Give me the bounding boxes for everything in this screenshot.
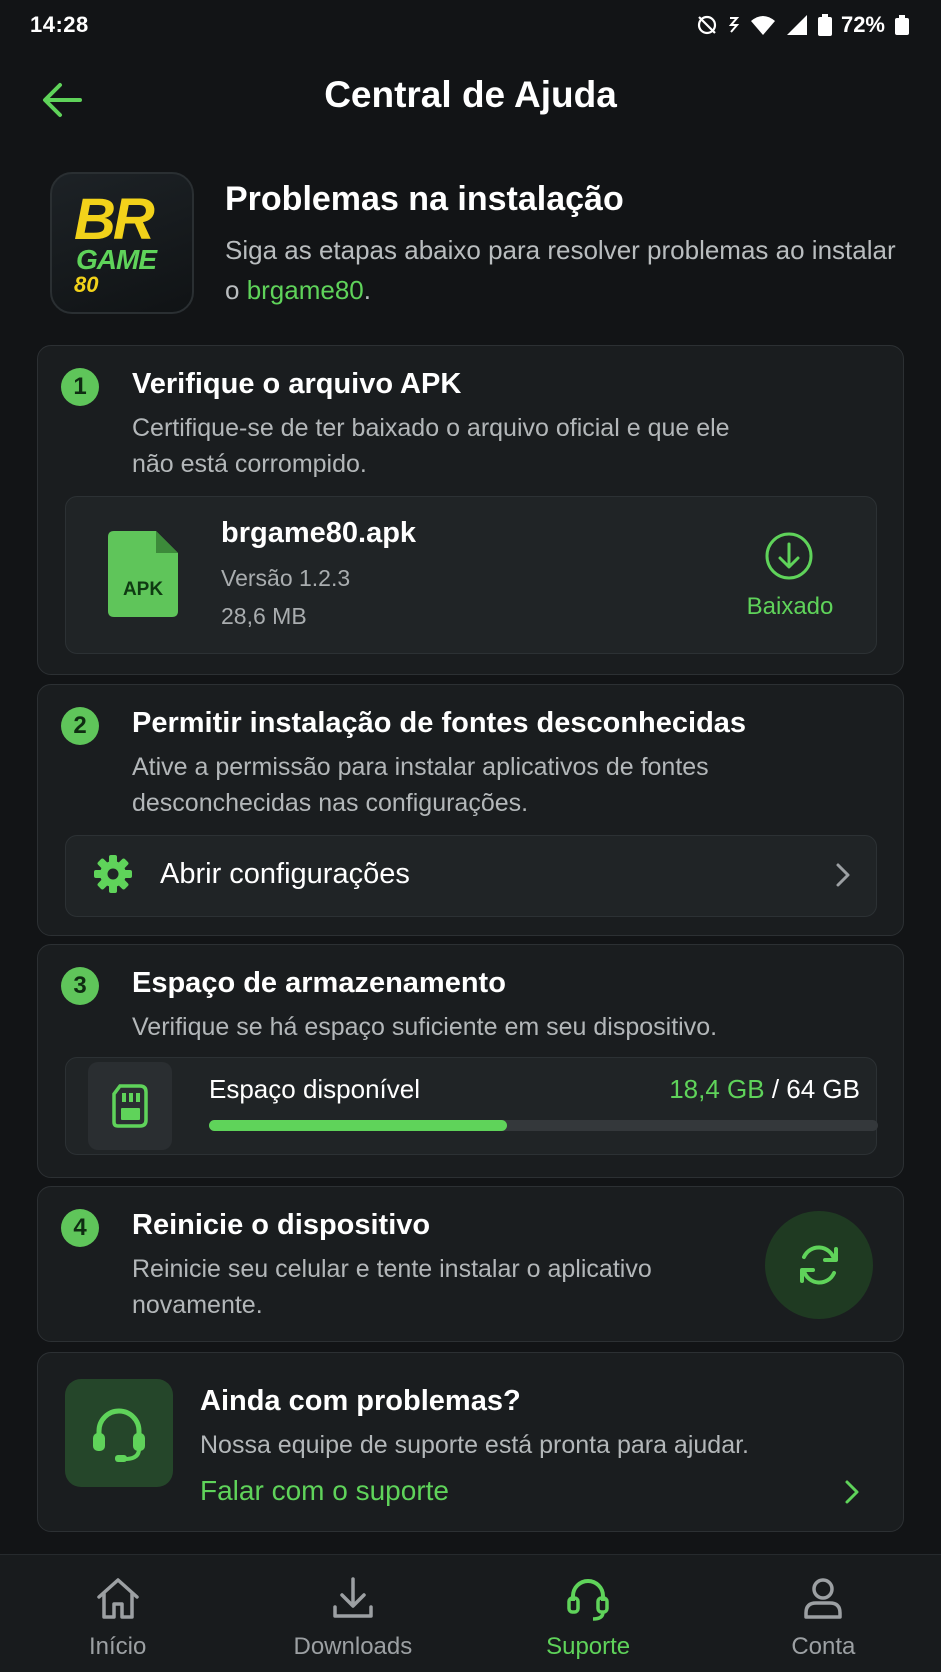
storage-value: 18,4 GB / 64 GB bbox=[669, 1074, 860, 1105]
app-logo: BR GAME 80 bbox=[50, 172, 194, 314]
step-number-badge: 1 bbox=[61, 368, 99, 406]
status-time: 14:28 bbox=[30, 12, 89, 37]
nav-label-suporte: Suporte bbox=[546, 1633, 631, 1660]
step-title: Verifique o arquivo APK bbox=[132, 368, 462, 400]
step-description: Ative a permissão para instalar aplicati… bbox=[132, 753, 709, 817]
user-icon bbox=[804, 1578, 843, 1619]
intro-section: BR GAME 80 Problemas na instalação Siga … bbox=[50, 172, 910, 317]
logo-br-text: BR bbox=[74, 187, 155, 252]
support-icon-box bbox=[65, 1379, 173, 1487]
download-check-icon bbox=[765, 532, 813, 580]
storage-progress-fill bbox=[209, 1120, 507, 1131]
restart-button[interactable] bbox=[765, 1211, 873, 1319]
wifi-icon bbox=[750, 16, 775, 35]
apk-icon-label: APK bbox=[123, 579, 163, 600]
open-settings-label: Abrir configurações bbox=[160, 858, 410, 890]
headset-icon bbox=[567, 1579, 609, 1621]
storage-free: 18,4 GB bbox=[669, 1074, 765, 1104]
status-icons: 72% bbox=[695, 12, 911, 38]
nav-label-downloads: Downloads bbox=[293, 1633, 413, 1660]
page-title: Central de Ajuda bbox=[324, 74, 617, 115]
sd-card-icon bbox=[112, 1084, 148, 1128]
status-bar: 14:28 72% bbox=[0, 0, 941, 50]
logo-80-text: 80 bbox=[74, 272, 99, 297]
nav-item-inicio[interactable]: Início bbox=[0, 1555, 235, 1672]
step-card-unknown-sources: 2 Permitir instalação de fontes desconhe… bbox=[37, 684, 904, 936]
nav-label-inicio: Início bbox=[88, 1633, 147, 1660]
step-description: Reinicie seu celular e tente instalar o … bbox=[132, 1255, 652, 1319]
step-number-badge: 3 bbox=[61, 967, 99, 1005]
storage-progress-bar bbox=[209, 1120, 878, 1131]
download-status: Baixado bbox=[746, 593, 834, 620]
step-card-apk: 1 Verifique o arquivo APK Certifique-se … bbox=[37, 345, 904, 675]
intro-title: Problemas na instalação bbox=[225, 180, 624, 218]
nav-item-downloads[interactable]: Downloads bbox=[235, 1555, 470, 1672]
support-description: Nossa equipe de suporte está pronta para… bbox=[200, 1431, 749, 1459]
step-number-badge: 2 bbox=[61, 707, 99, 745]
step-card-storage: 3 Espaço de armazenamento Verifique se h… bbox=[37, 944, 904, 1178]
bottom-navigation: Início Downloads Suporte Conta bbox=[0, 1554, 941, 1672]
app-bar: Central de Ajuda bbox=[0, 60, 941, 136]
step-title: Reinicie o dispositivo bbox=[132, 1209, 431, 1241]
apk-version: Versão 1.2.3 bbox=[221, 565, 351, 591]
headset-icon bbox=[93, 1408, 145, 1462]
step-description: Verifique se há espaço suficiente em seu… bbox=[132, 1013, 718, 1041]
storage-separator: / bbox=[764, 1074, 787, 1104]
storage-total: 64 GB bbox=[786, 1074, 860, 1104]
signal-icon bbox=[786, 15, 807, 35]
nav-item-suporte[interactable]: Suporte bbox=[471, 1555, 706, 1672]
storage-label: Espaço disponível bbox=[209, 1074, 421, 1104]
app-name-highlight: brgame80 bbox=[246, 275, 364, 305]
download-icon bbox=[333, 1577, 373, 1618]
support-card: Ainda com problemas? Nossa equipe de sup… bbox=[37, 1352, 904, 1532]
step-card-restart: 4 Reinicie o dispositivo Reinicie seu ce… bbox=[37, 1186, 904, 1342]
apk-file-name: brgame80.apk bbox=[221, 517, 417, 549]
apk-file-row[interactable]: APK brgame80.apk Versão 1.2.3 28,6 MB Ba… bbox=[65, 496, 877, 654]
chevron-right-icon bbox=[836, 863, 850, 887]
mute-icon bbox=[697, 15, 717, 35]
nfc-icon bbox=[728, 17, 740, 33]
intro-description: Siga as etapas abaixo para resolver prob… bbox=[225, 230, 905, 310]
step-description: Certifique-se de ter baixado o arquivo o… bbox=[132, 414, 730, 478]
refresh-icon bbox=[800, 1245, 838, 1285]
apk-size: 28,6 MB bbox=[221, 603, 307, 629]
apk-file-icon: APK bbox=[108, 531, 178, 617]
home-icon bbox=[96, 1578, 139, 1619]
sd-card-icon-box bbox=[88, 1062, 172, 1150]
step-number-badge: 4 bbox=[61, 1209, 99, 1247]
battery-percent: 72% bbox=[840, 12, 885, 37]
step-title: Permitir instalação de fontes desconheci… bbox=[132, 707, 747, 739]
battery-saver-icon bbox=[895, 15, 909, 35]
nav-label-conta: Conta bbox=[791, 1633, 856, 1660]
chevron-right-icon[interactable] bbox=[841, 1477, 863, 1507]
gear-icon bbox=[94, 855, 132, 893]
open-settings-button[interactable]: Abrir configurações bbox=[65, 835, 877, 917]
support-title: Ainda com problemas? bbox=[200, 1385, 521, 1417]
nav-item-conta[interactable]: Conta bbox=[706, 1555, 941, 1672]
battery-icon bbox=[817, 14, 832, 36]
contact-support-link[interactable]: Falar com o suporte bbox=[200, 1475, 449, 1507]
storage-panel: Espaço disponível 18,4 GB / 64 GB bbox=[65, 1057, 878, 1155]
intro-desc-end: . bbox=[363, 275, 371, 305]
step-title: Espaço de armazenamento bbox=[132, 967, 506, 999]
